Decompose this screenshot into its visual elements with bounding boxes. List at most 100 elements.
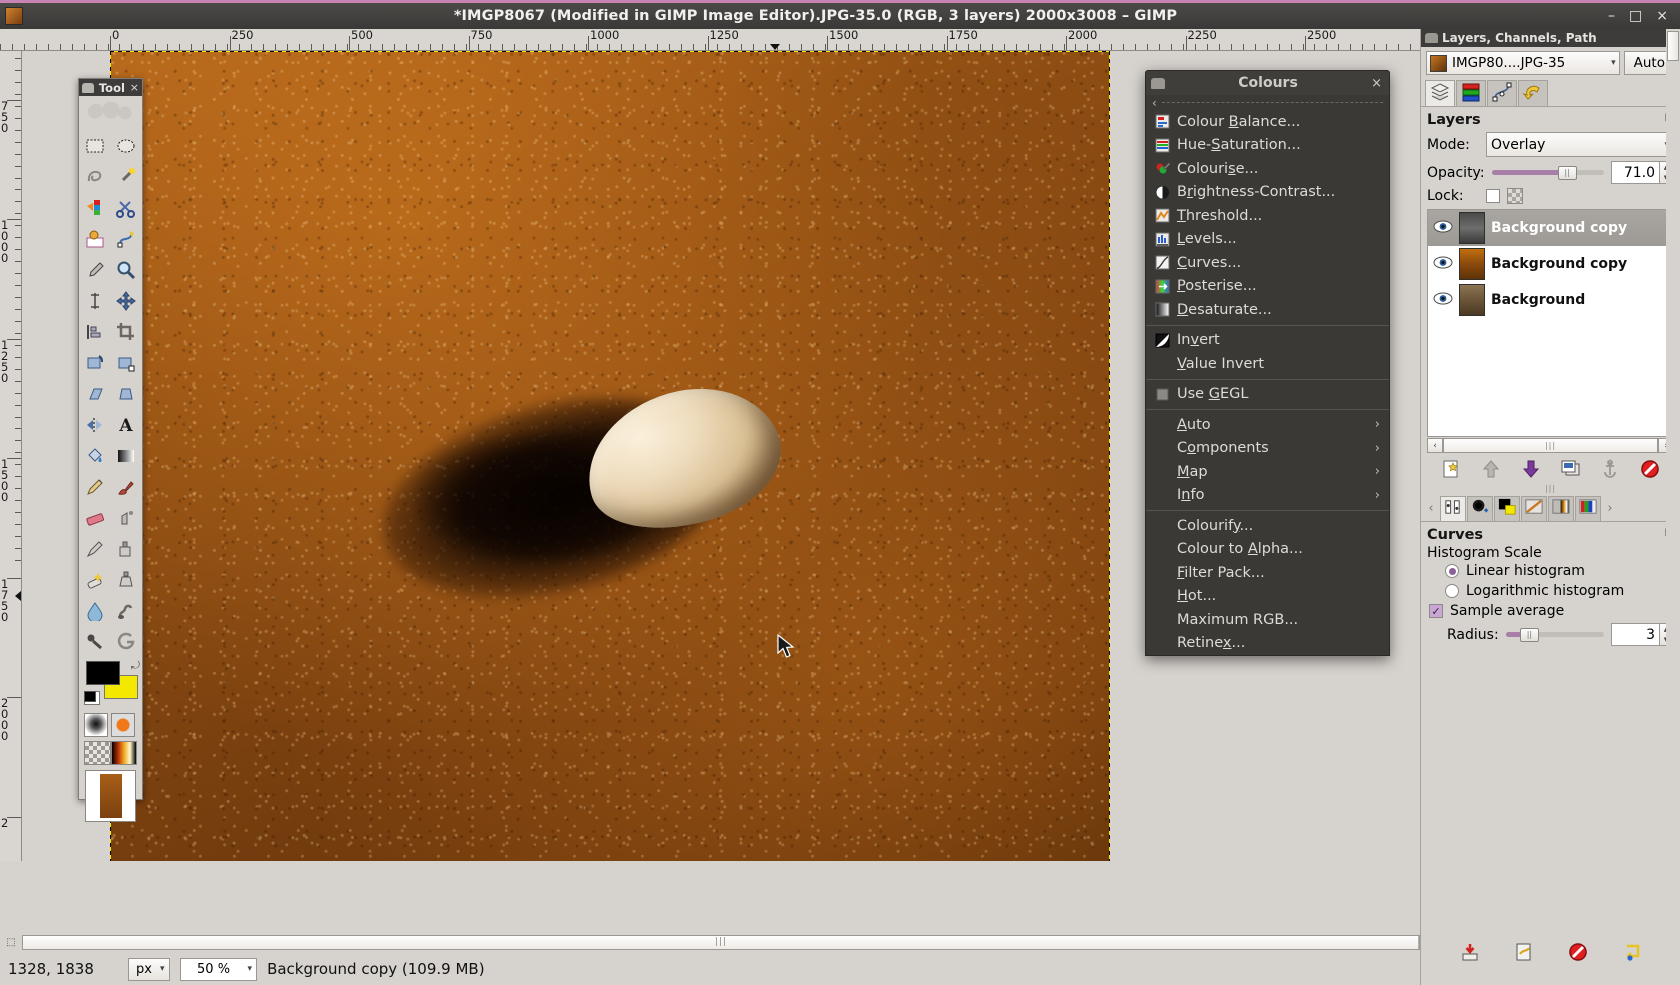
scroll-thumb[interactable] (1667, 31, 1679, 61)
menu-item-colourify[interactable]: Colourify... (1146, 514, 1389, 538)
image-selector-row[interactable]: IMGP80....JPG-35 ▾ Auto (1421, 47, 1680, 79)
active-gradient-indicator-b[interactable] (111, 741, 138, 765)
image-canvas[interactable] (110, 51, 1110, 861)
dodge-burn-tool[interactable] (79, 626, 111, 657)
canvas-area[interactable] (22, 51, 1302, 861)
duplicate-layer-button[interactable] (1559, 458, 1581, 480)
foreground-select-tool[interactable] (79, 223, 111, 254)
patterns-tab[interactable] (1548, 496, 1574, 521)
layer-visibility-icon[interactable] (1433, 220, 1453, 237)
layer-opacity-row[interactable]: Opacity: || ▲ ▼ (1421, 159, 1680, 186)
paintbrush-tool[interactable] (111, 471, 143, 502)
dock-tab-row[interactable] (1421, 79, 1680, 107)
close-button[interactable]: × (1656, 9, 1668, 23)
fuzzy-select-tool[interactable] (111, 161, 143, 192)
tool-options-button-row[interactable] (1421, 941, 1680, 963)
tab-scroll-left-icon[interactable]: ‹ (1423, 496, 1439, 521)
rotate-tool[interactable] (79, 347, 111, 378)
menu-item-components[interactable]: Components› (1146, 437, 1389, 461)
text-tool[interactable]: A (111, 409, 143, 440)
restore-tool-options-button[interactable] (1513, 941, 1535, 963)
scissors-select-tool[interactable] (111, 192, 143, 223)
move-tool[interactable] (111, 285, 143, 316)
radius-slider[interactable]: || (1506, 628, 1604, 642)
menu-item-posterise[interactable]: Posterise... (1146, 275, 1389, 299)
horizontal-ruler[interactable]: 0250500750100012501500175020002250250030… (0, 29, 1570, 51)
channels-tab[interactable] (1456, 80, 1486, 106)
menu-item-brightness-contrast[interactable]: Brightness-Contrast... (1146, 181, 1389, 205)
eraser-tool[interactable] (79, 502, 111, 533)
radius-row[interactable]: Radius: || ▲ ▼ (1421, 621, 1680, 648)
layer-list[interactable]: Background copyBackground copyBackground (1427, 209, 1674, 437)
active-pattern-indicator[interactable] (111, 713, 135, 737)
zoom-tool[interactable] (111, 254, 143, 285)
menu-tearoff[interactable]: ‹ (1146, 95, 1389, 110)
clone-tool[interactable] (111, 533, 143, 564)
gradients-tab[interactable] (1521, 496, 1547, 521)
slider-knob[interactable]: || (1520, 628, 1539, 642)
canvas-hscrollbar[interactable]: ⬚ ||| (0, 931, 1420, 953)
by-colour-select-tool[interactable] (79, 192, 111, 223)
menu-item-colour-balance[interactable]: Colour Balance... (1146, 110, 1389, 134)
menu-item-auto[interactable]: Auto› (1146, 413, 1389, 437)
radius-input[interactable] (1611, 623, 1659, 646)
layers-tab[interactable] (1425, 80, 1455, 106)
blur-sharpen-tool[interactable] (79, 595, 111, 626)
layer-list-hscrollbar[interactable]: ‹ ||| › (1427, 437, 1674, 454)
rect-select-tool[interactable] (79, 130, 111, 161)
menu-item-retinex[interactable]: Retinex... (1146, 632, 1389, 656)
swap-colours-icon[interactable]: ⤾ (131, 659, 140, 673)
menu-item-colourise[interactable]: Colourise... (1146, 157, 1389, 181)
hscroll-track[interactable]: ||| (22, 935, 1420, 950)
reset-colours-icon[interactable] (84, 691, 100, 705)
raise-layer-button[interactable] (1480, 458, 1502, 480)
brush-pattern-indicators[interactable] (79, 711, 142, 739)
toolbox-window[interactable]: Tool × A ⤾ (78, 78, 143, 800)
quickmask-toggle-icon[interactable]: ⬚ (0, 931, 22, 953)
image-selector-combo[interactable]: IMGP80....JPG-35 ▾ (1426, 51, 1620, 75)
menu-item-value-invert[interactable]: Value Invert (1146, 352, 1389, 376)
linear-histogram-option[interactable]: Linear histogram (1421, 561, 1680, 581)
tab-scroll-right-icon[interactable]: › (1602, 496, 1618, 521)
lock-pixels-checkbox[interactable] (1486, 189, 1500, 203)
zoom-selector[interactable]: 50 % ▾ (180, 958, 258, 981)
layer-mode-select[interactable]: Overlay ▾ (1486, 132, 1674, 157)
scale-tool[interactable] (111, 347, 143, 378)
dock-separator-grip[interactable]: ||| (1421, 484, 1680, 494)
chevron-down-icon[interactable]: ▾ (248, 964, 253, 974)
crop-tool[interactable] (111, 316, 143, 347)
opacity-slider[interactable]: || (1492, 166, 1604, 180)
alignment-tool[interactable] (79, 316, 111, 347)
colour-area[interactable]: ⤾ (79, 657, 142, 711)
layer-mode-row[interactable]: Mode: Overlay ▾ (1421, 130, 1680, 159)
perspective-clone-tool[interactable] (111, 564, 143, 595)
tool-options-tab-row[interactable]: ‹› (1421, 494, 1680, 522)
active-gradient-indicator-a[interactable] (84, 741, 111, 765)
dock-vertical-scrollbar[interactable] (1666, 29, 1680, 985)
layer-row[interactable]: Background copy (1428, 246, 1673, 282)
menu-item-use-gegl[interactable]: Use GEGL (1146, 383, 1389, 407)
layer-button-row[interactable] (1421, 454, 1680, 484)
paths-tool[interactable] (111, 223, 143, 254)
toolbox-close-icon[interactable]: × (130, 81, 139, 94)
logarithmic-histogram-option[interactable]: Logarithmic histogram (1421, 581, 1680, 601)
anchor-layer-button[interactable] (1599, 458, 1621, 480)
palettes-tab[interactable] (1575, 496, 1601, 521)
delete-tool-options-button[interactable] (1567, 941, 1589, 963)
gradient-tool[interactable] (111, 440, 143, 471)
airbrush-tool[interactable] (111, 502, 143, 533)
undo-history-tab[interactable] (1518, 80, 1548, 106)
colour-picker-tool[interactable] (79, 254, 111, 285)
gegl-operation-tool[interactable] (111, 626, 143, 657)
colours-menu-close-icon[interactable]: × (1371, 76, 1384, 91)
shear-tool[interactable] (79, 378, 111, 409)
bucket-fill-tool[interactable] (79, 440, 111, 471)
menu-item-hot[interactable]: Hot... (1146, 585, 1389, 609)
layer-lock-row[interactable]: Lock: (1421, 186, 1680, 206)
checkbox-checked-icon[interactable]: ✓ (1429, 604, 1443, 618)
save-tool-options-button[interactable] (1459, 941, 1481, 963)
sample-average-option[interactable]: ✓ Sample average (1421, 601, 1680, 621)
menu-item-maximum-rgb[interactable]: Maximum RGB... (1146, 608, 1389, 632)
ellipse-select-tool[interactable] (111, 130, 143, 161)
brushes-tab[interactable] (1467, 496, 1493, 521)
